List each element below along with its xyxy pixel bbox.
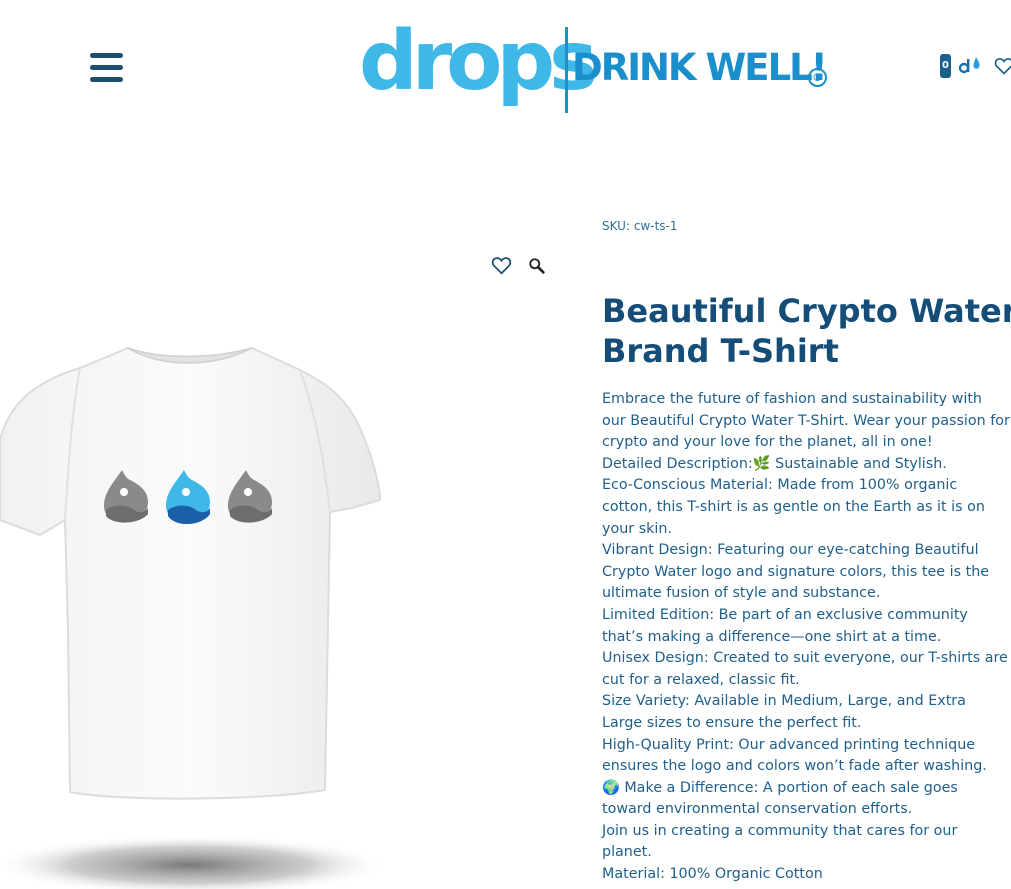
cart-count-badge[interactable]: 0 — [940, 54, 951, 78]
sku-label: SKU: — [602, 219, 630, 233]
description-line: High-Quality Print: Our advanced printin… — [602, 736, 987, 775]
description-line: Size Variety: Available in Medium, Large… — [602, 693, 966, 731]
description-line: Join us in creating a community that car… — [602, 822, 958, 861]
description-line: Vibrant Design: Featuring our eye-catchi… — [602, 542, 990, 602]
logo-tagline: DRINK WELL! — [572, 46, 828, 89]
description-line: Material: 100% Organic Cotton — [602, 866, 823, 883]
logo-divider — [565, 27, 568, 113]
description-line: Embrace the future of fashion and sustai… — [602, 391, 1010, 451]
description-line: Limited Edition: Be part of an exclusive… — [602, 606, 968, 645]
magnifier-icon[interactable] — [528, 257, 546, 275]
product-sku: SKU: cw-ts-1 — [602, 219, 678, 233]
product-description: Embrace the future of fashion and sustai… — [602, 389, 1010, 886]
logo-drops-text: drops — [359, 14, 598, 109]
sku-value: cw-ts-1 — [633, 219, 678, 233]
description-line: 🌍 Make a Difference: A portion of each s… — [602, 779, 958, 818]
drops-cart-icon[interactable] — [958, 55, 982, 75]
product-title: Beautiful Crypto Water Brand T-Shirt — [602, 292, 1011, 370]
description-line: Detailed Description:🌿 Sustainable and S… — [602, 455, 947, 472]
product-image[interactable] — [0, 330, 400, 889]
hamburger-menu-icon[interactable] — [90, 53, 123, 83]
registered-mark: ® — [808, 68, 827, 87]
site-logo[interactable]: drops DRINK WELL! ® — [359, 14, 839, 116]
description-line: Unisex Design: Created to suit everyone,… — [602, 650, 1008, 688]
description-line: Eco-Conscious Material: Made from 100% o… — [602, 477, 985, 537]
heart-outline-icon[interactable] — [491, 256, 512, 275]
heart-icon[interactable] — [994, 56, 1011, 76]
